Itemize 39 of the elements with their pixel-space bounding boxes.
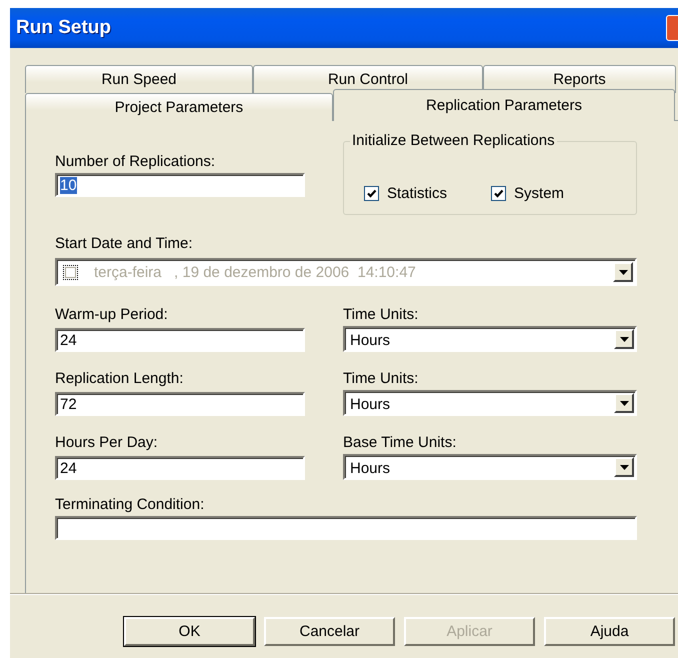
dialog-button[interactable]: OK: [124, 617, 255, 646]
tab[interactable]: Replication Parameters: [333, 89, 675, 121]
tab[interactable]: Run Speed: [25, 65, 253, 93]
checkbox[interactable]: [63, 264, 78, 280]
input-field[interactable]: 10: [55, 173, 305, 197]
input-field[interactable]: 24: [55, 328, 305, 352]
field-label: Start Date and Time:: [55, 235, 194, 252]
dropdown-button[interactable]: [613, 262, 633, 282]
field-label: Time Units:: [343, 306, 420, 323]
tab[interactable]: Project Parameters: [25, 93, 333, 121]
input-field[interactable]: [55, 516, 637, 540]
input-field[interactable]: 72: [55, 392, 305, 416]
field-label: Replication Length:: [55, 370, 184, 387]
caret-icon: [620, 336, 628, 342]
field-label: Time Units:: [343, 370, 420, 387]
caret-icon: [618, 270, 628, 274]
group-title: Initialize Between Replications: [350, 132, 557, 149]
caret-icon: [620, 400, 628, 406]
checkbox-label: Statistics: [387, 184, 448, 202]
dropdown-button[interactable]: [614, 329, 634, 349]
dropdown-button[interactable]: [614, 393, 634, 413]
field-label: Hours Per Day:: [55, 434, 159, 451]
checkbox[interactable]: [364, 186, 379, 200]
field-label: Terminating Condition:: [55, 496, 206, 513]
input-field[interactable]: 24: [55, 456, 305, 480]
field-label: Base Time Units:: [343, 434, 458, 451]
dialog-button[interactable]: Ajuda: [544, 617, 675, 646]
caret-icon: [620, 464, 628, 470]
field-label: Warm-up Period:: [55, 306, 169, 323]
dropdown[interactable]: Hours: [343, 454, 637, 480]
field-label: Number of Replications:: [55, 153, 216, 170]
dropdown[interactable]: Hours: [343, 326, 637, 352]
checkbox[interactable]: [491, 186, 506, 200]
window-title: Run Setup: [15, 17, 111, 39]
tab[interactable]: Run Control: [253, 65, 483, 93]
checkbox-label: System: [514, 184, 564, 202]
dialog-button[interactable]: Cancelar: [264, 617, 395, 646]
dropdown-button[interactable]: [614, 457, 634, 477]
dropdown[interactable]: Hours: [343, 390, 637, 416]
